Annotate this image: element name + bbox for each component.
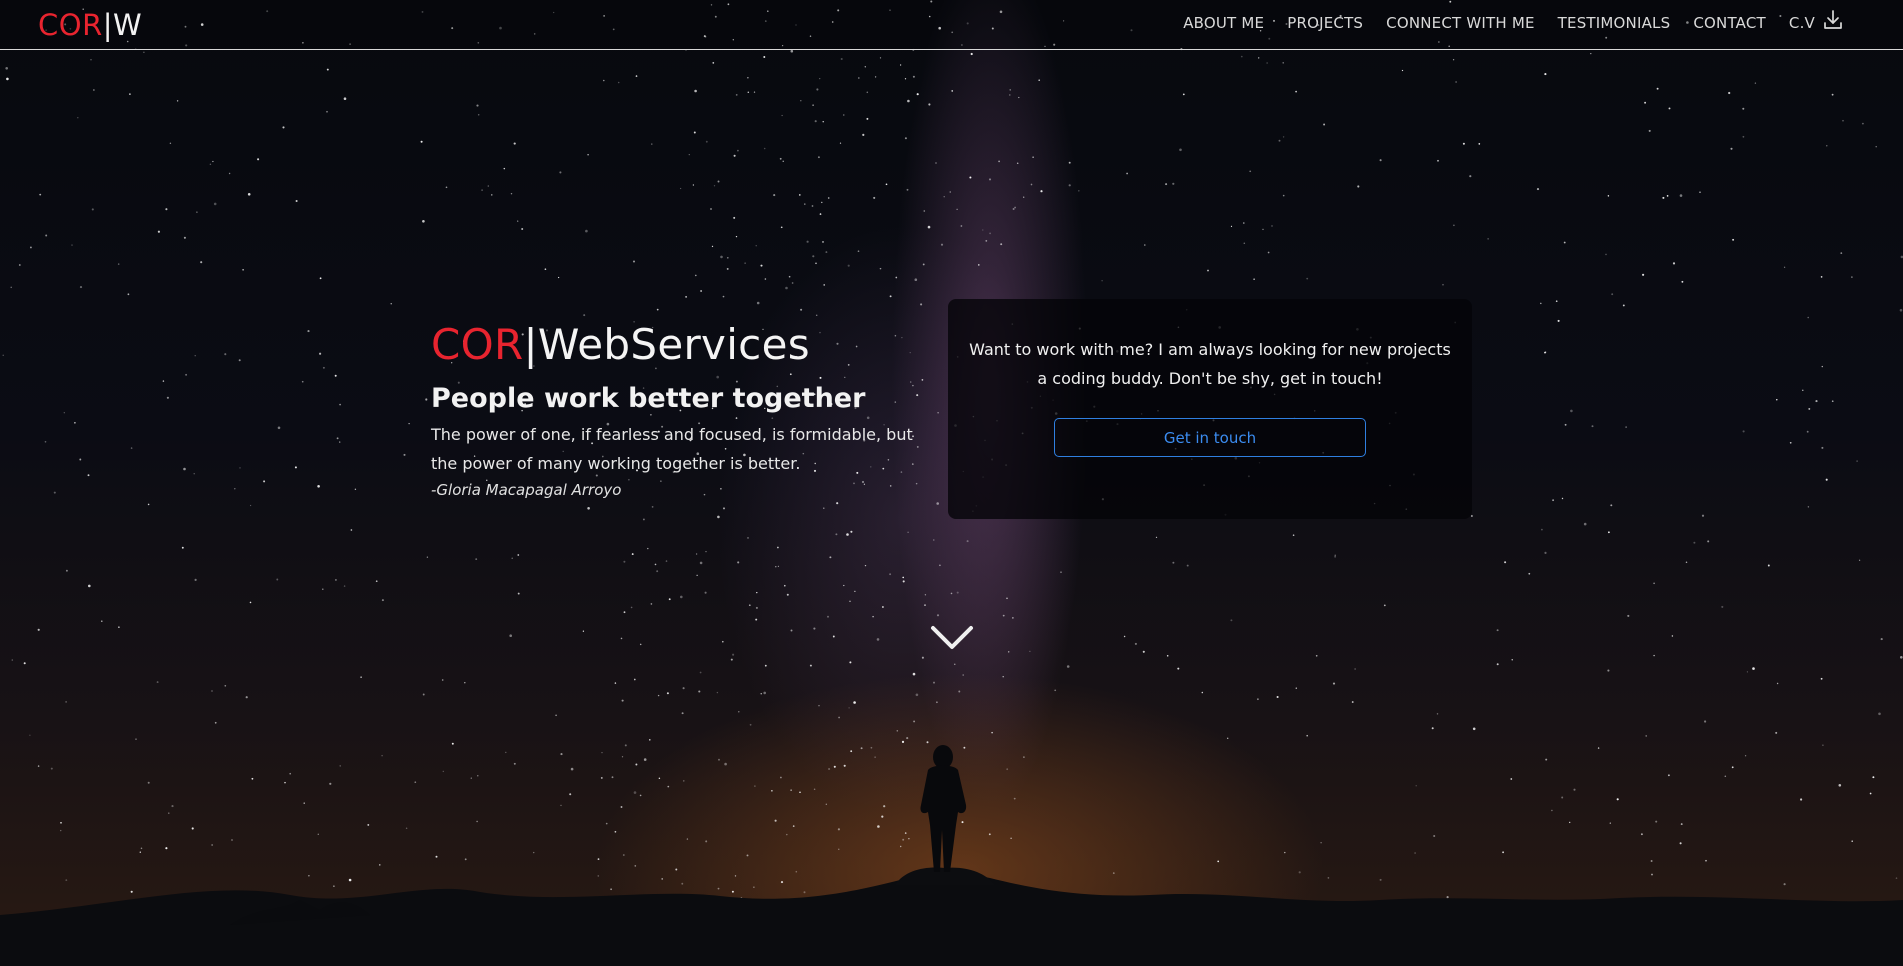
download-icon — [1824, 10, 1842, 29]
brand-rest: |W — [102, 8, 143, 42]
person-silhouette — [920, 745, 967, 872]
nav-link-connect-with-me[interactable]: CONNECT WITH ME — [1386, 14, 1535, 32]
brand-logo[interactable]: COR|W — [38, 8, 142, 42]
quote-author: -Gloria Macapagal Arroyo — [431, 481, 622, 499]
page-title: COR|WebServices — [431, 318, 931, 372]
quote-text: The power of one, if fearless and focuse… — [431, 425, 913, 473]
title-rest: |WebServices — [523, 320, 810, 369]
cv-label: C.V — [1788, 14, 1815, 32]
contact-card-text: Want to work with me? I am always lookin… — [969, 340, 1451, 388]
nav-link-contact[interactable]: CONTACT — [1693, 14, 1766, 32]
get-in-touch-button[interactable]: Get in touch — [1054, 418, 1366, 457]
nav-link-about-me[interactable]: ABOUT ME — [1183, 14, 1264, 32]
title-accent: COR — [431, 320, 524, 369]
nav-links: ABOUT ME PROJECTS CONNECT WITH ME TESTIM… — [1183, 10, 1845, 32]
nav-link-projects[interactable]: PROJECTS — [1287, 14, 1363, 32]
nav-link-testimonials[interactable]: TESTIMONIALS — [1558, 14, 1671, 32]
top-navbar: COR|W ABOUT ME PROJECTS CONNECT WITH ME … — [0, 0, 1903, 50]
nav-link-cv-download[interactable]: C.V — [1788, 10, 1845, 32]
chevron-down-icon[interactable] — [929, 623, 975, 653]
brand-accent: COR — [38, 8, 103, 42]
intro-section: COR|WebServices People work better toget… — [431, 318, 931, 502]
tagline: People work better together — [431, 383, 866, 414]
contact-card: Want to work with me? I am always lookin… — [948, 299, 1472, 519]
